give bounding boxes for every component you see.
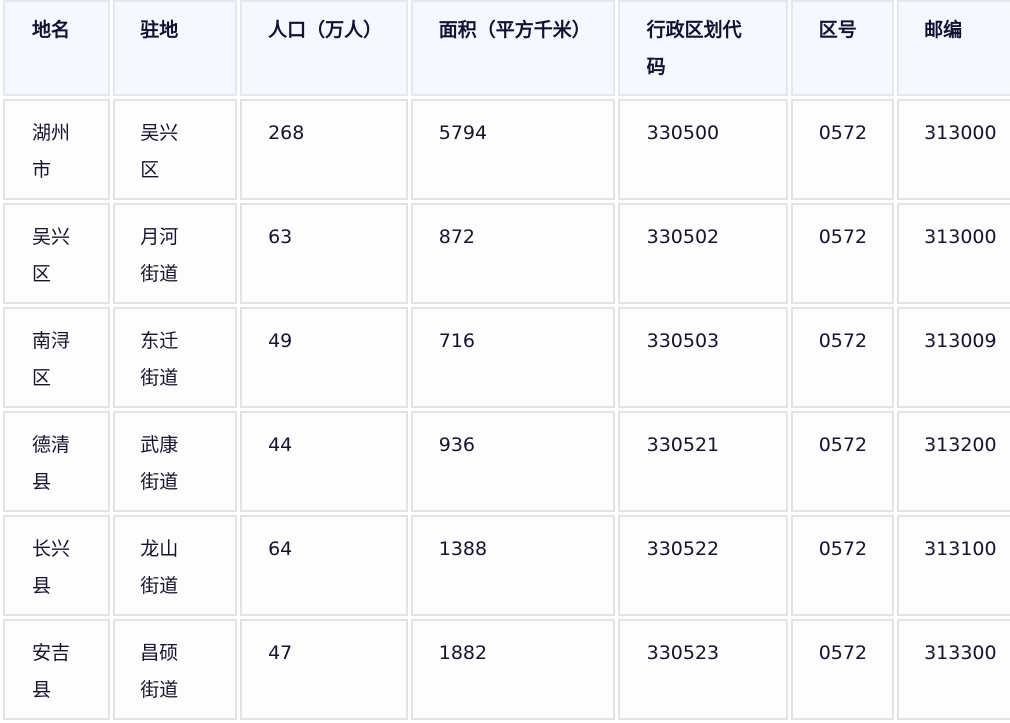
cell-population: 44 bbox=[240, 411, 408, 512]
cell-area-code: 0572 bbox=[790, 411, 895, 512]
cell-area: 936 bbox=[410, 411, 615, 512]
cell-division-code: 330503 bbox=[617, 307, 788, 408]
cell-seat: 东迁街道 bbox=[113, 307, 238, 408]
table-row: 安吉县 昌硕街道 47 1882 330523 0572 313300 bbox=[3, 619, 1010, 720]
cell-place-name: 安吉县 bbox=[3, 619, 111, 720]
cell-place-name: 湖州市 bbox=[3, 99, 111, 200]
cell-place-name: 长兴县 bbox=[3, 515, 111, 616]
cell-seat: 月河街道 bbox=[113, 203, 238, 304]
column-header-population[interactable]: 人口（万人） bbox=[240, 0, 408, 96]
table-header-row: 地名 驻地 人口（万人） 面积（平方千米） 行政区划代码 区号 邮编 bbox=[3, 0, 1010, 96]
cell-area: 872 bbox=[410, 203, 615, 304]
cell-postal-code: 313009 bbox=[897, 307, 1010, 408]
cell-area-code: 0572 bbox=[790, 99, 895, 200]
cell-postal-code: 313000 bbox=[897, 99, 1010, 200]
cell-population: 47 bbox=[240, 619, 408, 720]
cell-area: 5794 bbox=[410, 99, 615, 200]
cell-division-code: 330502 bbox=[617, 203, 788, 304]
column-header-area[interactable]: 面积（平方千米） bbox=[410, 0, 615, 96]
cell-area: 716 bbox=[410, 307, 615, 408]
cell-population: 63 bbox=[240, 203, 408, 304]
cell-division-code: 330500 bbox=[617, 99, 788, 200]
table-row: 长兴县 龙山街道 64 1388 330522 0572 313100 bbox=[3, 515, 1010, 616]
table-row: 吴兴区 月河街道 63 872 330502 0572 313000 bbox=[3, 203, 1010, 304]
cell-area-code: 0572 bbox=[790, 619, 895, 720]
table-container: 地名 驻地 人口（万人） 面积（平方千米） 行政区划代码 区号 邮编 湖州市 吴… bbox=[0, 0, 1010, 723]
column-header-division-code[interactable]: 行政区划代码 bbox=[617, 0, 788, 96]
column-header-place-name[interactable]: 地名 bbox=[3, 0, 111, 96]
table-row: 南浔区 东迁街道 49 716 330503 0572 313009 bbox=[3, 307, 1010, 408]
cell-seat: 武康街道 bbox=[113, 411, 238, 512]
cell-area-code: 0572 bbox=[790, 203, 895, 304]
cell-division-code: 330523 bbox=[617, 619, 788, 720]
data-table: 地名 驻地 人口（万人） 面积（平方千米） 行政区划代码 区号 邮编 湖州市 吴… bbox=[0, 0, 1010, 723]
cell-area-code: 0572 bbox=[790, 307, 895, 408]
cell-place-name: 德清县 bbox=[3, 411, 111, 512]
cell-division-code: 330521 bbox=[617, 411, 788, 512]
table-row: 德清县 武康街道 44 936 330521 0572 313200 bbox=[3, 411, 1010, 512]
cell-postal-code: 313100 bbox=[897, 515, 1010, 616]
column-header-area-code[interactable]: 区号 bbox=[790, 0, 895, 96]
cell-area: 1388 bbox=[410, 515, 615, 616]
cell-area: 1882 bbox=[410, 619, 615, 720]
cell-population: 49 bbox=[240, 307, 408, 408]
cell-division-code: 330522 bbox=[617, 515, 788, 616]
column-header-seat[interactable]: 驻地 bbox=[113, 0, 238, 96]
cell-postal-code: 313000 bbox=[897, 203, 1010, 304]
table-row: 湖州市 吴兴区 268 5794 330500 0572 313000 bbox=[3, 99, 1010, 200]
cell-seat: 龙山街道 bbox=[113, 515, 238, 616]
cell-postal-code: 313200 bbox=[897, 411, 1010, 512]
cell-postal-code: 313300 bbox=[897, 619, 1010, 720]
cell-area-code: 0572 bbox=[790, 515, 895, 616]
cell-seat: 吴兴区 bbox=[113, 99, 238, 200]
column-header-postal-code[interactable]: 邮编 bbox=[897, 0, 1010, 96]
cell-population: 268 bbox=[240, 99, 408, 200]
cell-place-name: 吴兴区 bbox=[3, 203, 111, 304]
cell-population: 64 bbox=[240, 515, 408, 616]
cell-seat: 昌硕街道 bbox=[113, 619, 238, 720]
cell-place-name: 南浔区 bbox=[3, 307, 111, 408]
